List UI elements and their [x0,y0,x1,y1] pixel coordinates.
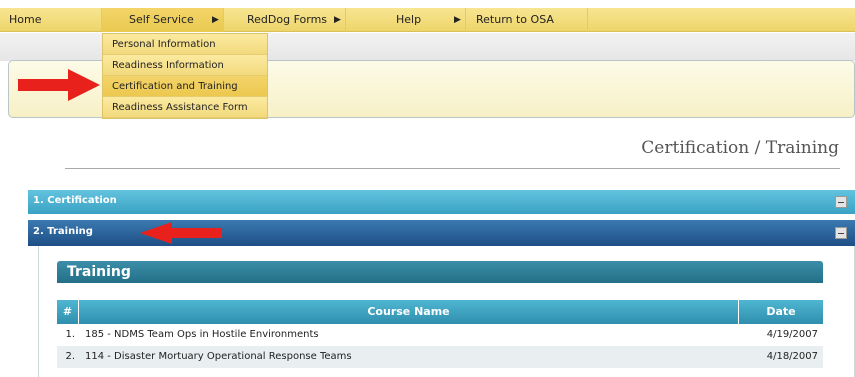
column-header-course-name[interactable]: Course Name [79,300,739,324]
dropdown-item-personal-information[interactable]: Personal Information [103,34,267,55]
menu-return-osa[interactable]: Return to OSA Menu [466,8,588,50]
self-service-dropdown: Personal Information Readiness Informati… [102,33,268,119]
table-header: # Course Name Date Completed [57,300,823,342]
submenu-arrow-icon: ▶ [454,15,461,25]
course-name: 185 - NDMS Team Ops in Hostile Environme… [85,329,319,340]
menu-home-label: Home [9,13,42,26]
dropdown-item-certification-training[interactable]: Certification and Training [103,76,267,97]
menu-self-service-label: Self Service [129,13,194,26]
row-number: 1. [65,329,75,340]
table-row: 1. 185 - NDMS Team Ops in Hostile Enviro… [57,324,823,346]
menu-self-service[interactable]: Self Service ▶ [102,8,224,32]
section-training-label: 2. Training [33,226,93,237]
date-completed: 4/18/2007 [766,351,818,362]
submenu-arrow-icon: ▶ [212,15,219,25]
training-heading: Training [57,261,823,283]
training-table: Training # Course Name Date Completed 1.… [57,261,823,377]
column-header-number: # [57,300,79,324]
menu-help[interactable]: Help ▶ [346,8,466,32]
column-header-date-completed[interactable]: Date Completed [739,300,823,342]
course-name: 114 - Disaster Mortuary Operational Resp… [85,351,352,362]
submenu-arrow-icon: ▶ [334,15,341,25]
menu-reddog-forms[interactable]: RedDog Forms ▶ [224,8,346,32]
page-title: Certification / Training [641,138,839,158]
menu-reddog-forms-label: RedDog Forms [247,13,328,26]
table-row: 2. 114 - Disaster Mortuary Operational R… [57,346,823,368]
menu-home[interactable]: Home [0,8,102,32]
date-completed: 4/19/2007 [766,329,818,340]
dropdown-item-readiness-information[interactable]: Readiness Information [103,55,267,76]
title-divider [65,168,840,169]
collapse-icon[interactable] [835,196,847,208]
dropdown-item-readiness-assistance[interactable]: Readiness Assistance Form [103,97,267,118]
row-number: 2. [65,351,75,362]
red-arrow-icon [18,69,100,101]
section-certification[interactable]: 1. Certification [28,190,855,214]
menu-help-label: Help [396,13,422,26]
top-menubar: Home Self Service ▶ RedDog Forms ▶ Help … [0,8,855,50]
red-arrow-icon [140,222,222,244]
section-certification-label: 1. Certification [33,195,117,206]
collapse-icon[interactable] [835,227,847,239]
